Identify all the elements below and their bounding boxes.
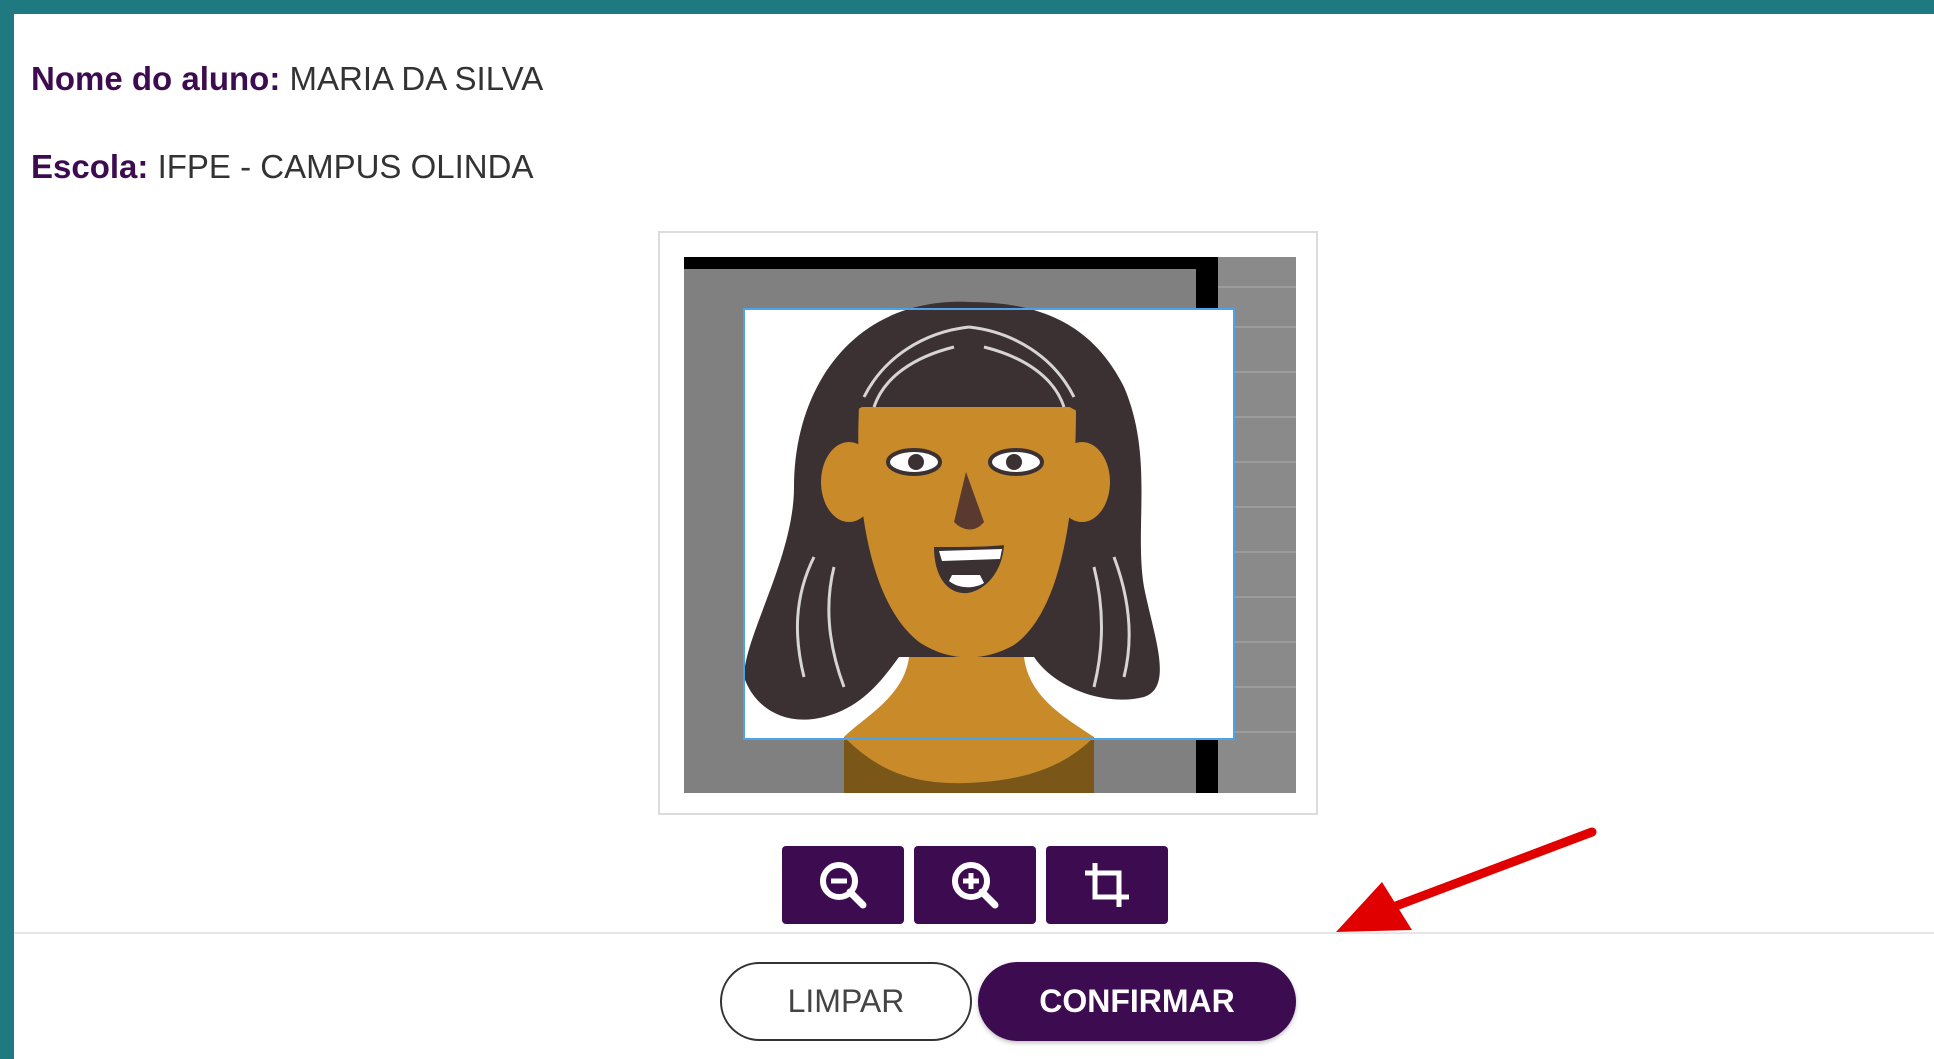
school-label: Escola: (31, 148, 149, 185)
zoom-in-icon (952, 862, 999, 909)
student-name-value: MARIA DA SILVA (289, 60, 544, 97)
zoom-in-button[interactable] (914, 846, 1036, 924)
zoom-out-icon (820, 862, 867, 909)
student-name-row: Nome do aluno: MARIA DA SILVA (31, 60, 543, 98)
clear-button[interactable]: LIMPAR (720, 962, 972, 1041)
divider (14, 932, 1934, 934)
school-value: IFPE - CAMPUS OLINDA (157, 148, 534, 185)
confirm-button[interactable]: CONFIRMAR (978, 962, 1296, 1041)
student-name-label: Nome do aluno: (31, 60, 281, 97)
school-row: Escola: IFPE - CAMPUS OLINDA (31, 148, 533, 186)
zoom-out-button[interactable] (782, 846, 904, 924)
student-photo[interactable] (684, 257, 1296, 793)
crop-button[interactable] (1046, 846, 1168, 924)
photo-cropper[interactable] (658, 231, 1318, 815)
annotation-arrow-icon (1336, 827, 1597, 932)
crop-icon (1085, 863, 1129, 907)
